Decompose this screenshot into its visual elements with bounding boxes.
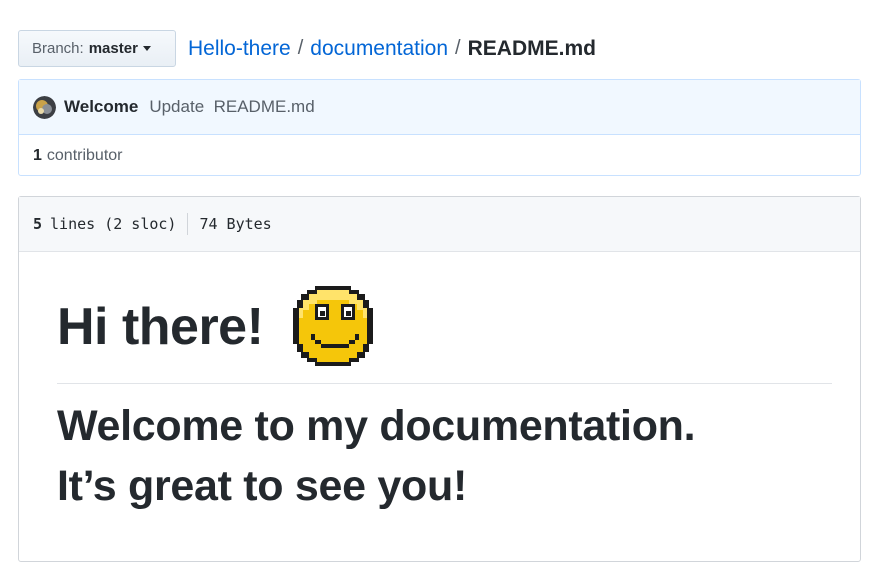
readme-subheading: Welcome to my documentation. It’s great …	[57, 396, 832, 516]
file-viewer: 5 lines (2 sloc) 74 Bytes Hi there! Welc…	[18, 196, 861, 562]
branch-label: Branch:	[32, 40, 84, 57]
contributor-label: contributor	[46, 146, 123, 164]
readme-line-1: Welcome to my documentation.	[57, 402, 696, 450]
readme-line-2: It’s great to see you!	[57, 462, 467, 510]
readme-heading: Hi there!	[57, 298, 264, 356]
contributors-row[interactable]: 1 contributor	[19, 135, 860, 176]
line-count-detail: lines (2 sloc)	[50, 215, 177, 233]
breadcrumb-repo-link[interactable]: Hello-there	[188, 37, 291, 61]
commit-tease: Welcome Update README.md 1 contributor	[18, 79, 861, 176]
commit-author-link[interactable]: Welcome	[64, 97, 138, 117]
breadcrumb: Hello-there / documentation / README.md	[188, 37, 596, 61]
info-divider	[187, 213, 189, 235]
line-count: 5	[33, 215, 43, 233]
heading-divider	[57, 383, 832, 384]
file-size: 74 Bytes	[199, 215, 272, 233]
caret-down-icon	[142, 46, 151, 51]
file-info-header: 5 lines (2 sloc) 74 Bytes	[19, 197, 860, 252]
smiley-face-emoji	[285, 282, 381, 372]
latest-commit-row: Welcome Update README.md	[19, 80, 860, 135]
breadcrumb-folder-link[interactable]: documentation	[310, 37, 448, 61]
contributor-count: 1	[33, 146, 42, 164]
file-navigation: Branch: master Hello-there / documentati…	[18, 30, 596, 67]
commit-message-link[interactable]: Update README.md	[149, 97, 314, 117]
avatar[interactable]	[33, 95, 56, 119]
breadcrumb-separator: /	[455, 37, 461, 59]
branch-select-button[interactable]: Branch: master	[18, 30, 176, 67]
breadcrumb-current-file: README.md	[467, 36, 596, 60]
breadcrumb-separator: /	[297, 37, 304, 59]
readme-heading-row: Hi there!	[57, 282, 832, 372]
readme-body: Hi there! Welcome to my documentation. I…	[19, 252, 860, 516]
branch-name: master	[88, 40, 138, 57]
